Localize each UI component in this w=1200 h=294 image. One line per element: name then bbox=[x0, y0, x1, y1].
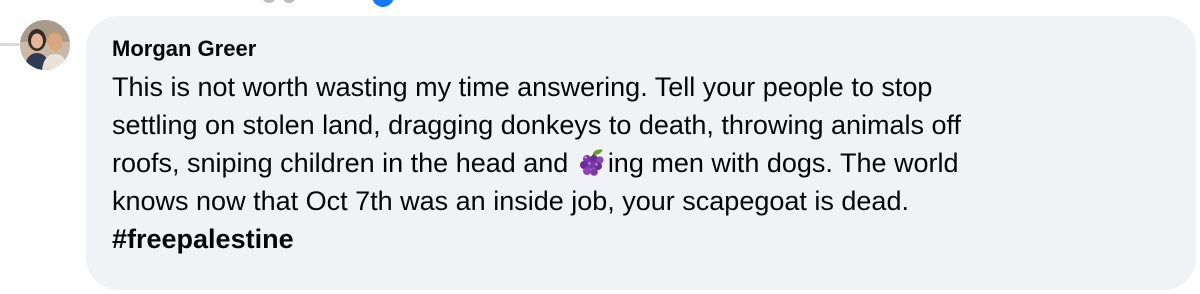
avatar[interactable] bbox=[20, 20, 70, 70]
reaction-bar bbox=[262, 0, 394, 7]
comment-bubble: Morgan Greer This is not worth wasting m… bbox=[86, 16, 1196, 290]
reaction-dot bbox=[262, 0, 276, 3]
reaction-dot bbox=[282, 0, 296, 3]
thread-connector-line bbox=[0, 43, 20, 46]
comment-line-text: roofs, sniping children in the head and bbox=[112, 148, 576, 178]
comment-line: settling on stolen land, dragging donkey… bbox=[112, 110, 962, 140]
comment-line: roofs, sniping children in the head and bbox=[112, 144, 1170, 182]
profile-photo-icon bbox=[20, 20, 70, 70]
grapes-emoji-icon bbox=[576, 147, 606, 177]
hashtag-link[interactable]: #freepalestine bbox=[112, 220, 1170, 258]
comment-body: This is not worth wasting my time answer… bbox=[112, 68, 1170, 220]
comment-line: This is not worth wasting my time answer… bbox=[112, 72, 933, 102]
comment-line: knows now that Oct 7th was an inside job… bbox=[112, 186, 909, 216]
comment-thread: Morgan Greer This is not worth wasting m… bbox=[0, 0, 1200, 294]
comment-author-name[interactable]: Morgan Greer bbox=[112, 34, 1170, 64]
comment-line-text: ing men with dogs. The world bbox=[607, 148, 959, 178]
like-reaction-icon[interactable] bbox=[372, 0, 394, 7]
